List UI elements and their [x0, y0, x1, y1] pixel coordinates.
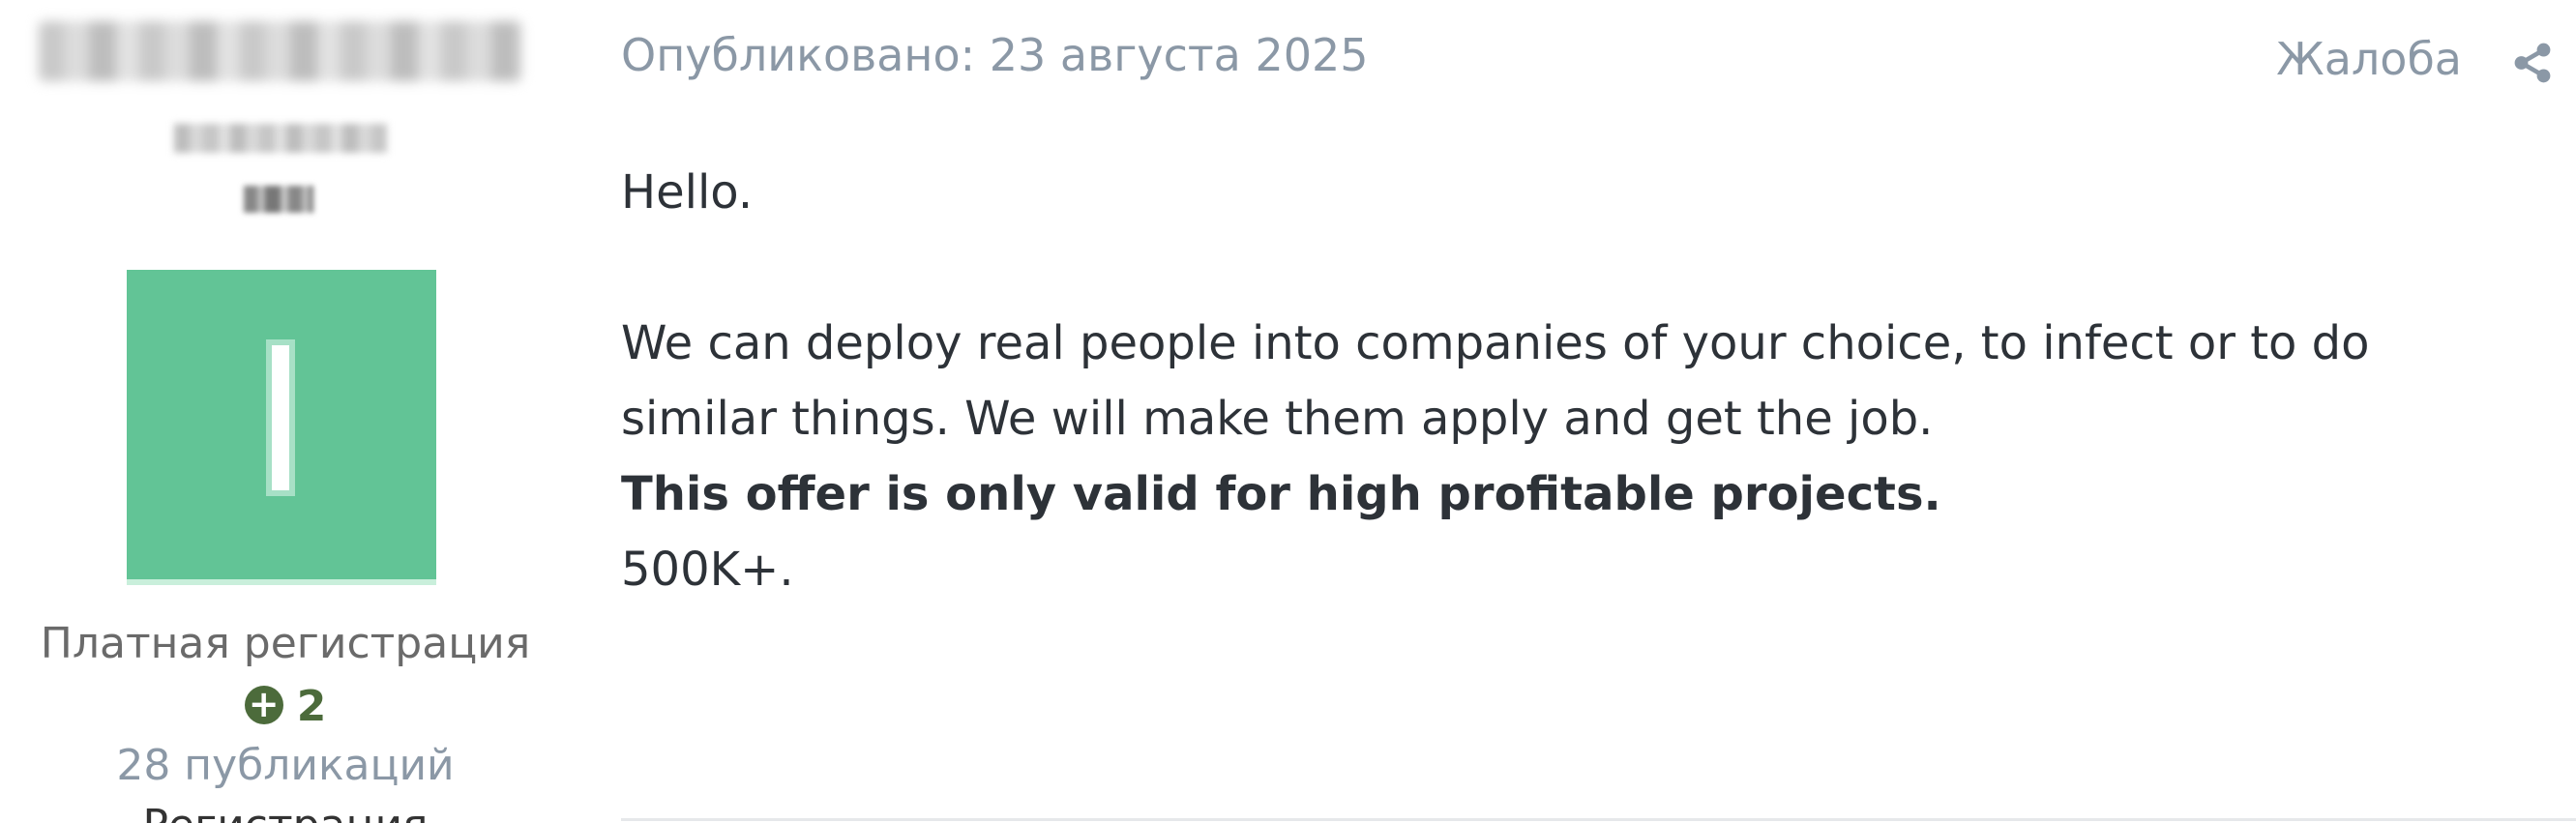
author-rank-blurred [244, 186, 313, 213]
reputation-badge[interactable]: +2 [0, 682, 571, 731]
member-group: Платная регистрация [40, 619, 531, 668]
post-content: Hello. We can deploy real people into co… [621, 155, 2517, 607]
forum-post: Платная регистрация +2 28 публикаций Рег… [0, 0, 2576, 823]
reputation-count: 2 [296, 682, 327, 731]
avatar[interactable] [127, 270, 436, 579]
joined-label: Регистрация [0, 801, 571, 823]
post-line: We can deploy real people into companies… [621, 316, 2370, 370]
post-price: 500K+. [621, 543, 794, 597]
author-panel: Платная регистрация +2 28 публикаций Рег… [0, 0, 571, 823]
plus-circle-icon: + [244, 686, 283, 724]
author-title-blurred [174, 124, 387, 153]
avatar-letter [272, 345, 289, 490]
share-icon[interactable] [2510, 41, 2555, 85]
post-date[interactable]: Опубликовано: 23 августа 2025 [621, 29, 1369, 81]
post-line: similar things. We will make them apply … [621, 392, 1934, 446]
post-divider [621, 818, 2576, 821]
post-count: 28 публикаций [116, 741, 455, 790]
report-button[interactable]: Жалоба [2276, 33, 2462, 85]
post-bold-line: This offer is only valid for high profit… [621, 467, 1941, 521]
author-name-blurred[interactable] [39, 21, 522, 81]
post-greeting: Hello. [621, 165, 754, 220]
